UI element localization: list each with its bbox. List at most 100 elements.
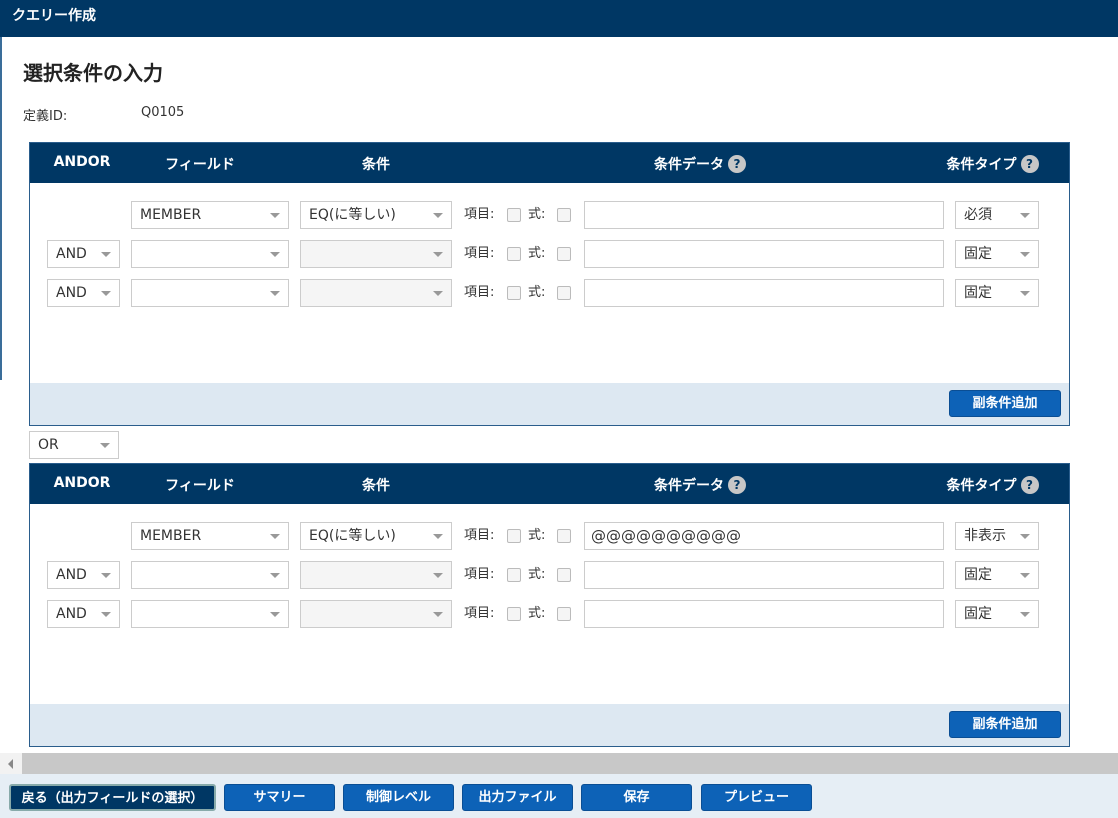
help-icon[interactable]: ?: [1020, 155, 1039, 173]
header-condition-type-label: 条件タイプ: [946, 157, 1017, 173]
condition-select[interactable]: [300, 600, 452, 628]
back-button[interactable]: 戻る（出力フィールドの選択）: [9, 784, 216, 811]
andor-select[interactable]: AND: [47, 279, 120, 307]
group-footer: 副条件追加: [30, 704, 1069, 746]
condition-type-select[interactable]: 固定: [955, 279, 1039, 307]
condition-data-input[interactable]: [584, 240, 944, 268]
andor-select[interactable]: AND: [47, 561, 120, 589]
expr-checkbox[interactable]: [557, 607, 571, 621]
horizontal-scrollbar[interactable]: [0, 753, 1118, 774]
item-label: 項目:: [464, 606, 495, 621]
chevron-down-icon: [433, 612, 443, 617]
condition-group-1: ANDOR フィールド 条件 条件データ? 条件タイプ? MEMBER EQ(に…: [29, 142, 1070, 426]
condition-select[interactable]: EQ(に等しい): [300, 522, 452, 550]
condition-type-select-value: 固定: [964, 285, 992, 301]
condition-type-select[interactable]: 固定: [955, 240, 1039, 268]
expr-checkbox[interactable]: [557, 568, 571, 582]
header-condition-type: 条件タイプ?: [930, 154, 1055, 174]
field-select[interactable]: [131, 279, 289, 307]
expr-checkbox[interactable]: [557, 247, 571, 261]
condition-data-input[interactable]: [584, 561, 944, 589]
add-subcondition-button[interactable]: 副条件追加: [949, 390, 1061, 417]
condition-type-select[interactable]: 固定: [955, 561, 1039, 589]
item-label: 項目:: [464, 567, 495, 582]
header-andor: ANDOR: [53, 154, 111, 170]
header-condition-data-label: 条件データ: [654, 157, 724, 173]
summary-button[interactable]: サマリー: [224, 784, 335, 811]
item-checkbox[interactable]: [507, 529, 521, 543]
condition-type-select-value: 非表示: [964, 528, 1006, 544]
condition-data-input[interactable]: @@@@@@@@@@: [584, 522, 944, 550]
definition-id-label: 定義ID:: [23, 109, 68, 124]
andor-select-value: AND: [56, 606, 87, 622]
andor-select-value: AND: [56, 567, 87, 583]
help-icon[interactable]: ?: [728, 476, 746, 494]
field-select[interactable]: [131, 561, 289, 589]
expr-label: 式:: [528, 528, 546, 543]
group-header: ANDOR フィールド 条件 条件データ? 条件タイプ?: [30, 143, 1069, 183]
chevron-down-icon: [1020, 252, 1030, 257]
chevron-down-icon: [433, 573, 443, 578]
condition-data-input[interactable]: [584, 279, 944, 307]
condition-type-select[interactable]: 必須: [955, 201, 1039, 229]
chevron-down-icon: [100, 443, 110, 448]
chevron-down-icon: [101, 252, 111, 257]
chevron-down-icon: [433, 291, 443, 296]
condition-select[interactable]: [300, 279, 452, 307]
expr-checkbox[interactable]: [557, 286, 571, 300]
group-andor-select[interactable]: OR: [29, 431, 119, 459]
condition-type-select[interactable]: 固定: [955, 600, 1039, 628]
add-subcondition-button[interactable]: 副条件追加: [949, 711, 1061, 738]
chevron-down-icon: [270, 291, 280, 296]
chevron-down-icon: [1020, 213, 1030, 218]
expr-label: 式:: [528, 285, 546, 300]
header-condition-data: 条件データ?: [580, 475, 820, 495]
item-label: 項目:: [464, 246, 495, 261]
control-level-button[interactable]: 制御レベル: [343, 784, 454, 811]
header-condition: 条件: [362, 157, 390, 173]
field-select[interactable]: MEMBER: [131, 522, 289, 550]
chevron-down-icon: [1020, 291, 1030, 296]
condition-type-select[interactable]: 非表示: [955, 522, 1039, 550]
chevron-down-icon: [433, 213, 443, 218]
condition-select[interactable]: [300, 240, 452, 268]
left-border: [0, 37, 2, 380]
header-condition-type: 条件タイプ?: [930, 475, 1055, 495]
expr-label: 式:: [528, 246, 546, 261]
help-icon[interactable]: ?: [728, 155, 746, 173]
chevron-down-icon: [101, 612, 111, 617]
chevron-down-icon: [433, 252, 443, 257]
item-label: 項目:: [464, 207, 495, 222]
header-field: フィールド: [165, 157, 235, 173]
condition-select[interactable]: [300, 561, 452, 589]
field-select[interactable]: [131, 240, 289, 268]
item-checkbox[interactable]: [507, 247, 521, 261]
item-checkbox[interactable]: [507, 568, 521, 582]
field-select[interactable]: MEMBER: [131, 201, 289, 229]
item-checkbox[interactable]: [507, 286, 521, 300]
andor-select[interactable]: AND: [47, 240, 120, 268]
help-icon[interactable]: ?: [1020, 476, 1039, 494]
field-select[interactable]: [131, 600, 289, 628]
item-checkbox[interactable]: [507, 208, 521, 222]
definition-id-value: Q0105: [141, 105, 185, 120]
andor-select[interactable]: AND: [47, 600, 120, 628]
chevron-down-icon: [1020, 612, 1030, 617]
output-file-button[interactable]: 出力ファイル: [462, 784, 573, 811]
save-button[interactable]: 保存: [581, 784, 692, 811]
expr-checkbox[interactable]: [557, 529, 571, 543]
header-condition-type-label: 条件タイプ: [946, 478, 1017, 494]
preview-button[interactable]: プレビュー: [701, 784, 812, 811]
chevron-down-icon: [101, 573, 111, 578]
scroll-left-button[interactable]: [0, 753, 22, 774]
condition-data-input[interactable]: [584, 201, 944, 229]
condition-select[interactable]: EQ(に等しい): [300, 201, 452, 229]
item-checkbox[interactable]: [507, 607, 521, 621]
expr-checkbox[interactable]: [557, 208, 571, 222]
expr-label: 式:: [528, 207, 546, 222]
condition-data-input[interactable]: [584, 600, 944, 628]
bottom-toolbar: 戻る（出力フィールドの選択） サマリー 制御レベル 出力ファイル 保存 プレビュ…: [0, 774, 1118, 818]
chevron-down-icon: [101, 291, 111, 296]
header-andor: ANDOR: [53, 475, 111, 491]
header-condition-data-label: 条件データ: [654, 478, 724, 494]
